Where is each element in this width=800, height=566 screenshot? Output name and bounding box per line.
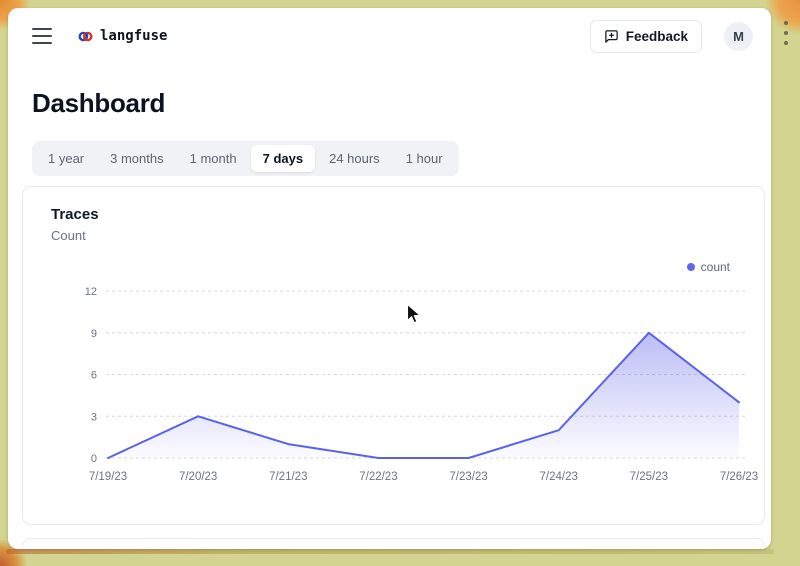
time-range-tabs: 1 year3 months1 month7 days24 hours1 hou… xyxy=(32,141,459,176)
svg-text:6: 6 xyxy=(91,370,97,382)
tab-1-hour[interactable]: 1 hour xyxy=(394,145,455,172)
tab-1-year[interactable]: 1 year xyxy=(36,145,96,172)
svg-text:7/22/23: 7/22/23 xyxy=(359,471,397,483)
legend-dot xyxy=(687,263,695,271)
frame-bottom-edge xyxy=(6,549,774,554)
traces-area-chart: 0 3 6 9 12 7/19/23 7/20/23 7/21/23 7/22/23 7/23/2… xyxy=(23,279,764,491)
menu-icon[interactable] xyxy=(32,28,52,44)
svg-text:9: 9 xyxy=(91,328,97,340)
svg-text:7/23/23: 7/23/23 xyxy=(449,471,487,483)
svg-text:7/20/23: 7/20/23 xyxy=(179,471,217,483)
user-avatar[interactable]: M xyxy=(724,22,753,51)
app-window: langfuse Feedback M Dashboard 1 year3 mo… xyxy=(8,8,771,549)
svg-text:7/21/23: 7/21/23 xyxy=(269,471,307,483)
next-card-partial xyxy=(22,538,765,549)
message-square-plus-icon xyxy=(604,29,619,44)
svg-text:7/25/23: 7/25/23 xyxy=(630,471,668,483)
feedback-button[interactable]: Feedback xyxy=(590,20,702,53)
top-bar: langfuse Feedback M xyxy=(8,8,771,64)
svg-text:7/24/23: 7/24/23 xyxy=(540,471,578,483)
card-subtitle: Count xyxy=(51,228,764,243)
svg-text:0: 0 xyxy=(91,453,97,465)
svg-text:7/26/23: 7/26/23 xyxy=(720,471,758,483)
tab-24-hours[interactable]: 24 hours xyxy=(317,145,392,172)
tab-7-days[interactable]: 7 days xyxy=(251,145,315,172)
brand[interactable]: langfuse xyxy=(78,28,167,44)
frame-dots xyxy=(784,21,788,45)
tab-3-months[interactable]: 3 months xyxy=(98,145,175,172)
app-name: langfuse xyxy=(100,28,167,44)
knot-logo-icon xyxy=(78,29,93,44)
frame-corner-accent xyxy=(766,0,800,34)
card-title: Traces xyxy=(51,206,764,223)
traces-card: Traces Count count 0 3 6 9 12 7/19/23 7/20/23 7… xyxy=(22,186,765,525)
page-title: Dashboard xyxy=(8,64,771,119)
legend-item-count: count xyxy=(687,260,730,274)
tab-1-month[interactable]: 1 month xyxy=(178,145,249,172)
svg-text:12: 12 xyxy=(85,286,97,298)
feedback-label: Feedback xyxy=(626,29,688,44)
chart-legend: count xyxy=(23,259,764,275)
svg-text:3: 3 xyxy=(91,411,97,423)
svg-text:7/19/23: 7/19/23 xyxy=(89,471,127,483)
